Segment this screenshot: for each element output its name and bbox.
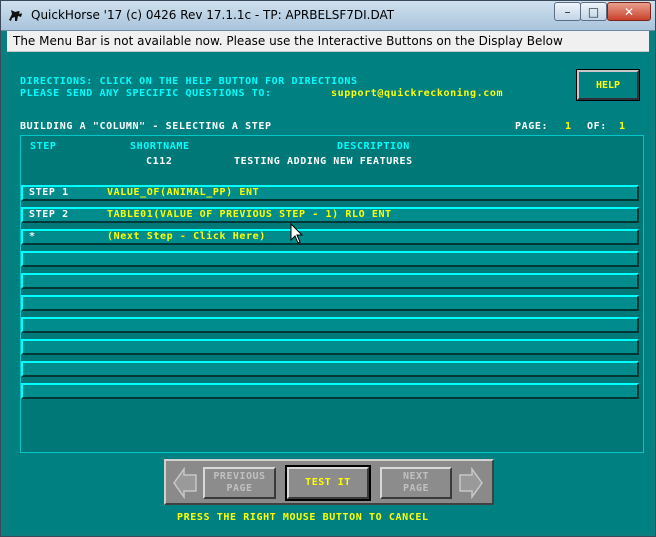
directions-line-1: DIRECTIONS: CLICK ON THE HELP BUTTON FOR… [20, 76, 358, 87]
empty-step-row[interactable] [21, 383, 639, 399]
minimize-button[interactable]: – [554, 2, 581, 21]
horse-app-icon [9, 10, 22, 21]
window-title: QuickHorse '17 (c) 0426 Rev 17.1.1c - TP… [31, 8, 395, 22]
close-button[interactable]: ✕ [607, 2, 651, 21]
step-row-label: STEP 2 [29, 209, 69, 220]
next-page-button[interactable]: NEXT PAGE [380, 467, 452, 499]
navigation-bar: PREVIOUS PAGE TEST IT NEXT PAGE [164, 459, 494, 505]
column-shortname-value: C112 [146, 156, 173, 167]
help-button-label: HELP [595, 79, 621, 91]
test-it-button[interactable]: TEST IT [285, 465, 371, 501]
maximize-icon: □ [587, 4, 600, 19]
left-arrow-icon [173, 467, 197, 499]
empty-step-row[interactable] [21, 251, 639, 267]
empty-step-row[interactable] [21, 273, 639, 289]
page-total: 1 [619, 121, 626, 132]
directions-line-2: PLEASE SEND ANY SPECIFIC QUESTIONS TO: [20, 88, 272, 99]
page-label: PAGE: [515, 121, 549, 132]
empty-step-row[interactable] [21, 295, 639, 311]
column-header-description: DESCRIPTION [337, 141, 410, 152]
empty-step-row[interactable] [21, 317, 639, 333]
previous-page-label-1: PREVIOUS [213, 471, 266, 482]
next-page-label-2: PAGE [402, 483, 430, 494]
empty-step-row[interactable] [21, 361, 639, 377]
cancel-hint: PRESS THE RIGHT MOUSE BUTTON TO CANCEL [177, 512, 429, 523]
title-bar[interactable]: QuickHorse '17 (c) 0426 Rev 17.1.1c - TP… [1, 1, 655, 31]
right-arrow-icon [459, 467, 483, 499]
step-row-1[interactable]: STEP 1 VALUE_OF(ANIMAL_PP) ENT [21, 185, 639, 201]
test-it-label: TEST IT [305, 477, 351, 488]
close-icon: ✕ [623, 4, 635, 19]
page-number: 1 [565, 121, 572, 132]
step-row-2[interactable]: STEP 2 TABLE01(VALUE OF PREVIOUS STEP - … [21, 207, 639, 223]
column-description-value: TESTING ADDING NEW FEATURES [234, 156, 413, 167]
step-row-formula: VALUE_OF(ANIMAL_PP) ENT [107, 187, 260, 198]
mouse-cursor-icon [290, 223, 304, 244]
minimize-icon: – [564, 4, 571, 19]
of-label: OF: [587, 121, 607, 132]
steps-panel: STEP SHORTNAME DESCRIPTION C112 TESTING … [20, 135, 644, 453]
maximize-button[interactable]: □ [580, 2, 607, 21]
menu-bar-message: The Menu Bar is not available now. Pleas… [13, 34, 563, 48]
main-display: DIRECTIONS: CLICK ON THE HELP BUTTON FOR… [9, 52, 651, 532]
step-row-formula: (Next Step - Click Here) [107, 231, 266, 242]
step-row-label: * [29, 231, 36, 242]
next-step-row[interactable]: * (Next Step - Click Here) [21, 229, 639, 245]
building-heading: BUILDING A "COLUMN" - SELECTING A STEP [20, 121, 272, 132]
app-window: QuickHorse '17 (c) 0426 Rev 17.1.1c - TP… [0, 0, 656, 537]
support-email[interactable]: support@quickreckoning.com [331, 88, 503, 99]
step-row-label: STEP 1 [29, 187, 69, 198]
column-header-step: STEP [30, 141, 57, 152]
empty-step-row[interactable] [21, 339, 639, 355]
help-button[interactable]: HELP [576, 69, 640, 101]
menu-bar: The Menu Bar is not available now. Pleas… [7, 31, 649, 52]
previous-page-button[interactable]: PREVIOUS PAGE [203, 467, 276, 499]
next-page-label-1: NEXT [402, 471, 430, 482]
previous-page-label-2: PAGE [226, 483, 253, 494]
step-row-formula: TABLE01(VALUE OF PREVIOUS STEP - 1) RLO … [107, 209, 392, 220]
column-header-shortname: SHORTNAME [130, 141, 190, 152]
